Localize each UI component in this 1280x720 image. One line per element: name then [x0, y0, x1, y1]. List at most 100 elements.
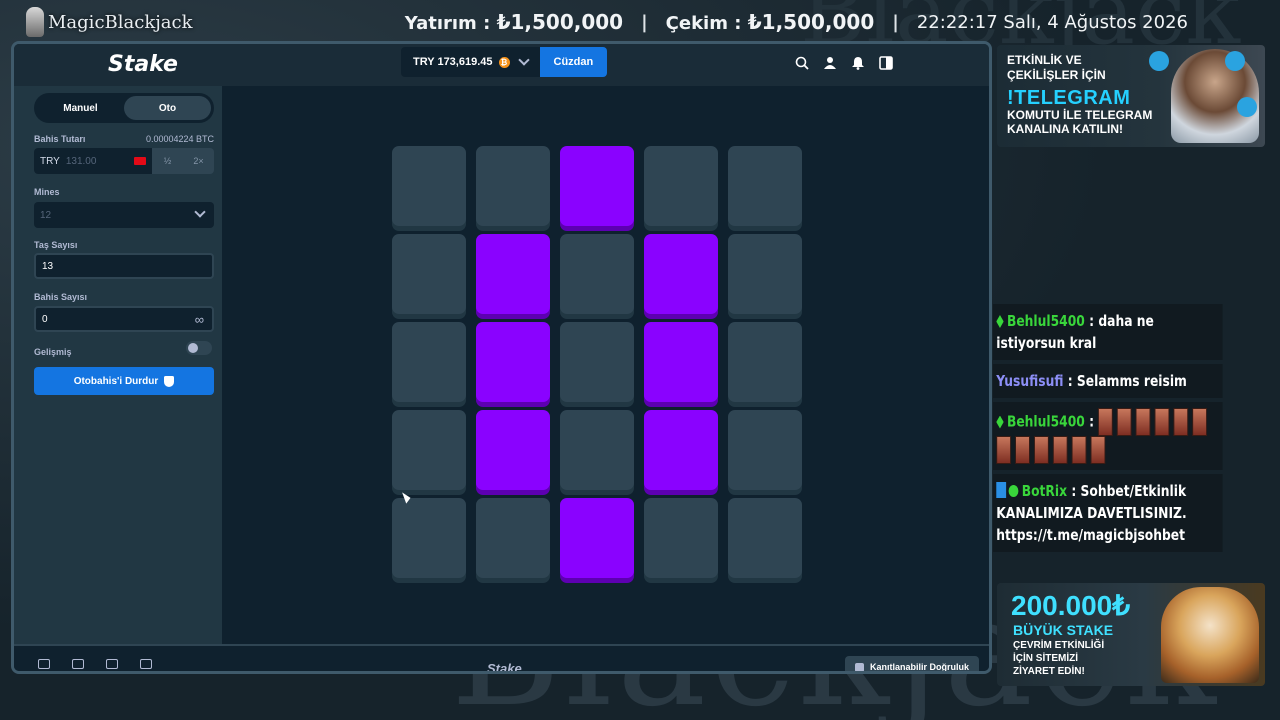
half-button[interactable]: ½: [152, 148, 183, 174]
turkey-flag-icon: [134, 157, 146, 165]
double-button[interactable]: 2×: [183, 148, 214, 174]
stream-stats-bar: Yatırım : ₺1,500,000 | Çekim : ₺1,500,00…: [405, 10, 1188, 34]
mines-select[interactable]: 12: [34, 202, 214, 228]
sidebar-toggle-icon[interactable]: [879, 56, 893, 70]
tile[interactable]: [560, 410, 634, 490]
datetime: 22:22:17 Salı, 4 Ağustos 2026: [916, 11, 1188, 33]
mines-value: 12: [40, 209, 52, 221]
stop-autobet-button[interactable]: Otobahis'i Durdur: [34, 367, 214, 395]
chat-text: : Selamms reisim: [1067, 372, 1187, 390]
tile[interactable]: [728, 498, 802, 578]
tile[interactable]: [560, 322, 634, 402]
tile[interactable]: [476, 146, 550, 226]
bot-icon: [996, 482, 1007, 498]
popout-icon[interactable]: [140, 659, 152, 669]
tile-selected[interactable]: [560, 146, 634, 226]
chat-emote-icon: [1098, 408, 1114, 436]
tile[interactable]: [728, 146, 802, 226]
search-icon[interactable]: [795, 56, 809, 70]
chevron-down-icon: [517, 54, 530, 66]
stream-chat: Behlul5400 : daha ne istiyorsun kral Yus…: [993, 304, 1273, 556]
tile-selected[interactable]: [644, 322, 718, 402]
chat-username: BotRix: [1021, 482, 1068, 500]
divider: |: [641, 11, 648, 33]
tile-selected[interactable]: [560, 498, 634, 578]
tile-selected[interactable]: [476, 410, 550, 490]
advanced-label: Gelişmiş: [34, 347, 72, 357]
tile[interactable]: [728, 322, 802, 402]
gems-value: 13: [42, 260, 54, 272]
chat-emote-icon: [1154, 408, 1170, 436]
chat-emote-icon: [1090, 436, 1106, 464]
tile[interactable]: [644, 146, 718, 226]
chat-username: Yusufisufi: [996, 372, 1064, 390]
chat-emote-icon: [1034, 436, 1049, 464]
tile-selected[interactable]: [644, 234, 718, 314]
promo-zeus-image: [1161, 587, 1259, 683]
bet-count-label: Bahis Sayısı: [34, 292, 88, 302]
tile[interactable]: [392, 234, 466, 314]
chat-emote-icon: [1192, 408, 1208, 436]
balance-value: TRY 173,619.45: [413, 56, 493, 68]
tile-selected[interactable]: [476, 322, 550, 402]
chat-emote-icon: [1052, 436, 1068, 464]
chat-emote-icon: [1015, 436, 1030, 464]
advanced-toggle[interactable]: [186, 341, 212, 355]
tile[interactable]: [392, 322, 466, 402]
fairness-button[interactable]: Kanıtlanabilir Doğruluk: [844, 656, 979, 671]
chat-message: Behlul5400 :: [993, 402, 1223, 470]
chat-emote-icon: [996, 436, 1012, 464]
chat-username: Behlul5400: [1006, 412, 1085, 431]
verified-icon: [1008, 485, 1019, 497]
tab-auto[interactable]: Oto: [124, 96, 211, 120]
tile[interactable]: [476, 498, 550, 578]
telegram-promo-banner: ETKİNLİK VE ÇEKİLİŞLER İÇİN !TELEGRAM KOM…: [997, 45, 1265, 147]
telegram-icon: [1225, 51, 1245, 71]
telegram-icon: [1149, 51, 1169, 71]
bet-controls-panel: Manuel Oto Bahis Tutarı 0.00004224 BTC T…: [14, 86, 222, 644]
user-icon[interactable]: [823, 56, 837, 70]
tile[interactable]: [728, 410, 802, 490]
header-icons: [795, 56, 893, 70]
divider: |: [892, 11, 899, 33]
mode-tabs: Manuel Oto: [34, 93, 214, 123]
tile[interactable]: [392, 146, 466, 226]
bet-count-input[interactable]: 0 ∞: [34, 306, 214, 332]
bet-amount-input[interactable]: TRY 131.00: [34, 148, 152, 174]
stake-logo[interactable]: Stake: [108, 52, 178, 77]
gems-field[interactable]: 13: [34, 253, 214, 279]
tile[interactable]: [644, 498, 718, 578]
tab-manual[interactable]: Manuel: [37, 96, 124, 120]
chevron-down-icon: [194, 206, 206, 218]
theatre-mode-icon[interactable]: [72, 659, 84, 669]
infinity-icon[interactable]: ∞: [195, 312, 204, 327]
deposit-stat: Yatırım : ₺1,500,000: [404, 10, 624, 34]
stats-icon[interactable]: [106, 659, 118, 669]
tile[interactable]: [392, 498, 466, 578]
balance-dropdown[interactable]: TRY 173,619.45 ₿: [401, 47, 540, 77]
currency-label: TRY: [40, 155, 60, 167]
tile-selected[interactable]: [476, 234, 550, 314]
tile[interactable]: [560, 234, 634, 314]
promo-headline: BÜYÜK STAKE: [1013, 622, 1114, 638]
bell-icon[interactable]: [851, 56, 865, 70]
tile[interactable]: [728, 234, 802, 314]
footer-stake-logo: Stake: [487, 661, 522, 674]
bet-amount-field: TRY 131.00 ½ 2×: [34, 148, 214, 174]
promo-text: ÇEVRİM ETKİNLİĞİ İÇİN SİTEMİZİ ZİYARET EDİ…: [1013, 640, 1105, 677]
mines-label: Mines: [34, 187, 60, 197]
telegram-icon: [1237, 97, 1257, 117]
settings-icon[interactable]: [38, 659, 50, 669]
wallet-widget: TRY 173,619.45 ₿ Cüzdan: [401, 47, 608, 77]
badge-icon: [996, 315, 1004, 328]
tile-selected[interactable]: [644, 410, 718, 490]
brand-name: MagicBlackjack: [48, 11, 193, 33]
site-header: Stake TRY 173,619.45 ₿ Cüzdan: [14, 44, 989, 86]
withdraw-stat: Çekim : ₺1,500,000: [665, 10, 875, 34]
wallet-button[interactable]: Cüzdan: [539, 47, 608, 77]
withdraw-value: ₺1,500,000: [747, 10, 875, 34]
gems-label: Taş Sayısı: [34, 240, 78, 250]
bet-amount-label: Bahis Tutarı: [34, 134, 86, 144]
chat-username: Behlul5400: [1006, 312, 1085, 330]
tile[interactable]: [392, 410, 466, 490]
